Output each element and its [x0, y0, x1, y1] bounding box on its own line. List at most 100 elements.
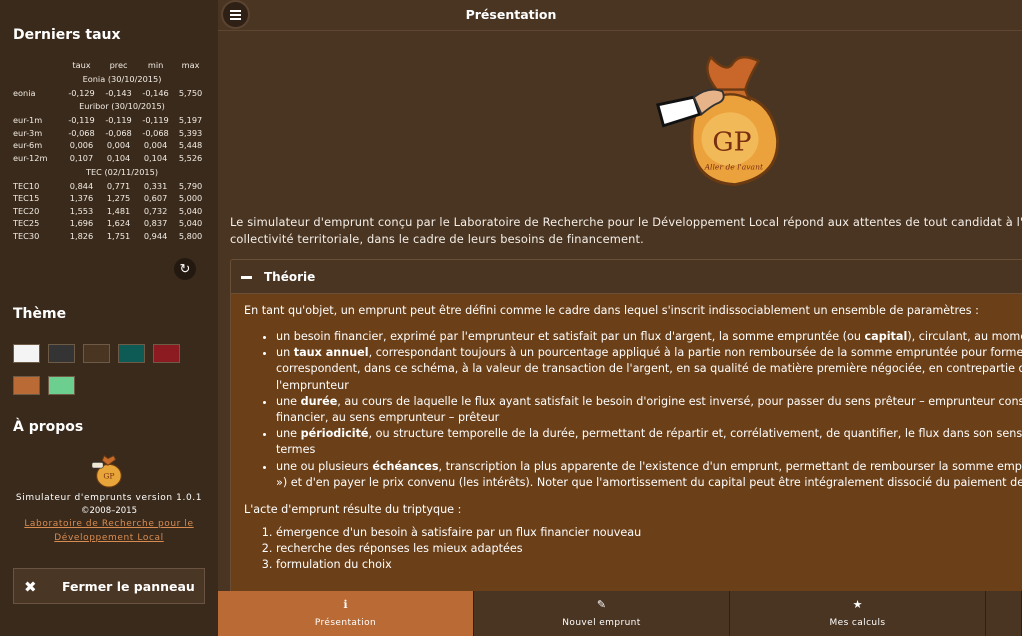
tab-mes-calculs[interactable]: ★ Mes calculs	[730, 591, 986, 636]
rate-row: TEC25 1,696 1,624 0,837 5,040	[13, 217, 207, 230]
parameter-item: une périodicité, ou structure temporelle…	[276, 426, 1022, 458]
rate-value: -0,129	[68, 87, 95, 98]
parameter-text: l'emprunteur	[276, 378, 349, 392]
theme-swatch-teal[interactable]	[118, 344, 145, 363]
theme-swatch-dark-gray[interactable]	[48, 344, 75, 363]
rate-name: eonia	[13, 87, 36, 98]
money-bag-logo-large: GP Aller de l'avant	[656, 55, 779, 187]
rate-value: 1,481	[106, 205, 131, 216]
pencil-icon: ✎	[596, 598, 607, 611]
tab-label: Présentation	[314, 618, 377, 628]
rate-value: 0,944	[143, 230, 168, 241]
rate-value: 5,526	[178, 152, 203, 163]
rate-name: TEC30	[13, 230, 40, 241]
rate-value: 0,771	[106, 180, 131, 191]
theme-swatch-red[interactable]	[153, 344, 180, 363]
rate-value: 1,624	[106, 218, 131, 229]
close-icon: ✖	[24, 578, 37, 596]
rate-row: TEC10 0,844 0,771 0,331 5,790	[13, 180, 207, 193]
parameter-text: un	[276, 346, 294, 360]
info-icon: ℹ	[343, 598, 348, 611]
rate-name: TEC15	[13, 193, 40, 204]
lab-link[interactable]: Laboratoire de Recherche pour le Dévelop…	[13, 517, 205, 545]
tab-more[interactable]	[986, 591, 1022, 636]
theme-swatch-brown[interactable]	[83, 344, 110, 363]
rates-header-row: taux prec min max	[13, 59, 207, 72]
theory-paragraph: En tant qu'objet, un emprunt peut être d…	[244, 304, 979, 317]
rate-value: 5,197	[178, 115, 203, 126]
rate-value: 5,790	[178, 180, 203, 191]
tab-presentation[interactable]: ℹ Présentation	[218, 591, 474, 636]
money-bag-logo: GP	[91, 454, 122, 488]
parameter-term: durée	[300, 394, 338, 408]
parameter-text: correspondent, dans ce schéma, à la vale…	[276, 362, 1022, 376]
rate-name: TEC10	[13, 180, 40, 191]
rate-row: eur-6m 0,006 0,004 0,004 5,448	[13, 139, 207, 152]
about-title: À propos	[13, 419, 84, 435]
logo-initials: GP	[712, 126, 751, 157]
rate-value: -0,068	[68, 127, 95, 138]
parameter-text: un besoin financier, exprimé par l'empru…	[276, 330, 865, 343]
refresh-button[interactable]: ↻	[174, 258, 196, 280]
rate-value: 0,006	[69, 140, 94, 151]
rate-value: 1,751	[106, 230, 131, 241]
rate-row: eonia -0,129 -0,143 -0,146 5,750	[13, 87, 207, 100]
rate-value: 0,104	[106, 152, 131, 163]
triptych-paragraph: L'acte d'emprunt résulte du triptyque :	[244, 503, 462, 517]
rate-value: 5,448	[178, 140, 203, 151]
triptych-list: émergence d'un besoin à satisfaire par u…	[276, 525, 1016, 574]
rate-value: 0,004	[106, 140, 131, 151]
rate-group-label: Euribor (30/10/2015)	[79, 101, 165, 112]
theme-swatch-white[interactable]	[13, 344, 40, 363]
theme-title: Thème	[13, 306, 67, 322]
rates-title: Derniers taux	[13, 27, 121, 43]
rate-value: -0,068	[105, 127, 132, 138]
rate-value: 1,376	[69, 193, 94, 204]
parameter-term: échéances	[372, 459, 439, 473]
rate-value: 5,040	[178, 218, 203, 229]
parameter-item: un taux annuel, correspondant toujours à…	[276, 345, 1022, 394]
close-panel-button[interactable]: ✖ Fermer le panneau	[13, 568, 205, 604]
parameter-text: une ou plusieurs	[276, 459, 373, 473]
close-panel-label: Fermer le panneau	[62, 579, 195, 594]
rate-value: 0,104	[143, 152, 168, 163]
parameter-term: périodicité	[300, 427, 369, 441]
list-item: recherche des réponses les mieux adaptée…	[276, 541, 1016, 557]
rate-group-header: Euribor (30/10/2015)	[13, 99, 207, 114]
rate-value: 0,844	[69, 180, 94, 191]
rate-value: -0,119	[68, 115, 95, 126]
rate-value: 0,004	[143, 140, 168, 151]
main-content: GP Aller de l'avant Le simulateur d'empr…	[218, 31, 1022, 591]
rate-row: eur-3m -0,068 -0,068 -0,068 5,393	[13, 127, 207, 140]
rate-value: -0,119	[105, 115, 132, 126]
parameter-list: un besoin financier, exprimé par l'empru…	[276, 329, 1022, 491]
rate-name: eur-1m	[13, 115, 43, 126]
theme-swatch-orange[interactable]	[13, 376, 40, 395]
theory-panel-body: En tant qu'objet, un emprunt peut être d…	[231, 294, 1022, 591]
parameter-term: capital	[864, 330, 908, 343]
tab-nouvel-emprunt[interactable]: ✎ Nouvel emprunt	[474, 591, 730, 636]
parameter-text: ») et d'en payer le prix convenu (les in…	[276, 475, 1022, 489]
tab-label: Mes calculs	[829, 618, 886, 628]
rate-value: 0,607	[143, 193, 168, 204]
rate-row: TEC30 1,826 1,751 0,944 5,800	[13, 230, 207, 243]
rate-value: -0,146	[142, 87, 169, 98]
logo-slogan: Aller de l'avant	[704, 162, 764, 171]
rate-value: 1,275	[106, 193, 131, 204]
rate-value: 5,750	[178, 87, 203, 98]
column-header: prec	[109, 60, 128, 70]
rate-value: 5,000	[178, 193, 203, 204]
parameter-text: , correspondant toujours à un pourcentag…	[368, 346, 1022, 360]
rate-value: 0,107	[69, 152, 94, 163]
column-header: taux	[72, 60, 91, 70]
rate-value: 5,393	[178, 127, 203, 138]
about-copyright: ©2008–2015	[80, 506, 137, 516]
rate-value: 5,800	[178, 230, 203, 241]
svg-text:GP: GP	[103, 472, 114, 481]
parameter-text: financier, au sens emprunteur – prêteur	[276, 411, 500, 425]
parameter-text: , au cours de laquelle le flux ayant sat…	[337, 394, 1022, 408]
rate-value: -0,068	[142, 127, 169, 138]
theory-panel-header[interactable]: Théorie	[231, 260, 1022, 294]
theme-swatch-green[interactable]	[48, 376, 75, 395]
parameter-text: , transcription la plus apparente de l'e…	[438, 459, 1022, 473]
